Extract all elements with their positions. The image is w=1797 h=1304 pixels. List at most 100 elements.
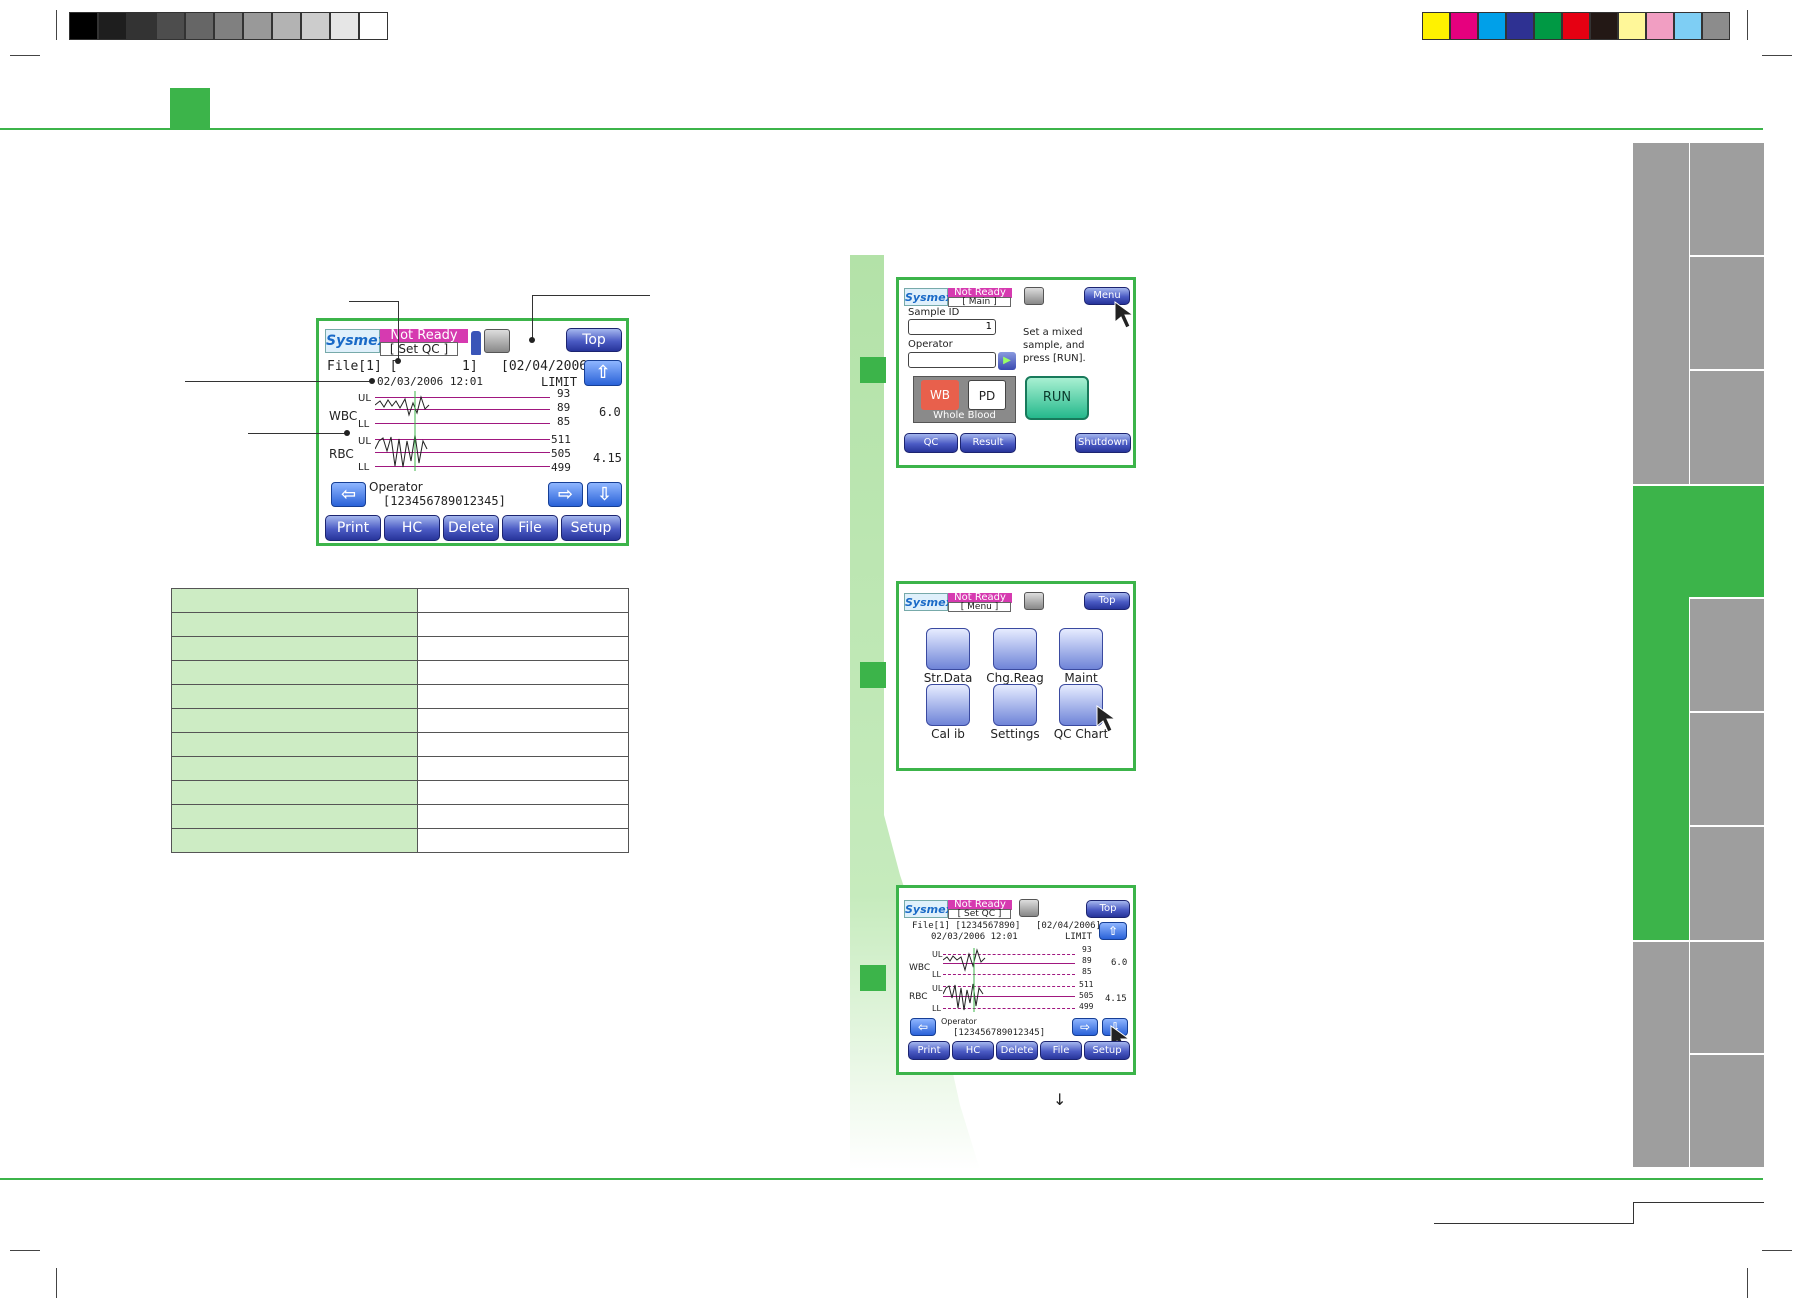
wbc-ul-label: UL (358, 393, 371, 404)
grayscale-swatch (243, 12, 272, 40)
file-button[interactable]: File (502, 515, 558, 541)
chapter-tab[interactable] (1633, 942, 1689, 1167)
settings-icon[interactable] (993, 684, 1037, 726)
measurement-datetime: 02/03/2006 12:01 (377, 375, 483, 388)
rbc-ul-label: UL (932, 984, 943, 993)
table-cell-description (417, 732, 629, 757)
rbc-ll-value: 499 (1079, 1002, 1094, 1011)
scroll-up-button[interactable]: ⇧ (584, 360, 622, 386)
chapter-tab[interactable] (1690, 257, 1764, 369)
sysmex-logo: Sysmex (904, 593, 953, 611)
file-button[interactable]: File (1040, 1041, 1082, 1060)
printer-icon[interactable] (1019, 899, 1039, 917)
change-reagent-icon[interactable] (993, 628, 1037, 670)
sample-id-field[interactable]: 1 (908, 319, 996, 335)
rbc-target-value: 505 (1079, 991, 1094, 1000)
print-button[interactable]: Print (908, 1041, 950, 1060)
chapter-tab[interactable] (1690, 1055, 1764, 1167)
screen-title: [ Menu ] (948, 602, 1011, 612)
rbc-ul-label: UL (358, 436, 371, 447)
table-cell-item (171, 660, 418, 685)
table-cell-item (171, 684, 418, 709)
chapter-tab[interactable] (1690, 942, 1764, 1053)
setup-button[interactable]: Setup (1084, 1041, 1130, 1060)
rbc-ll-value: 499 (551, 461, 571, 474)
instruction-text: Set a mixed sample, and press [RUN]. (1023, 327, 1086, 364)
crop-mark (1762, 55, 1792, 56)
calibration-icon[interactable] (926, 684, 970, 726)
table-cell-description (417, 660, 629, 685)
rbc-ll-label: LL (358, 462, 370, 473)
printer-icon[interactable] (484, 329, 510, 353)
chapter-tab-active[interactable] (1633, 486, 1764, 597)
table-row (171, 636, 629, 661)
grayscale-swatch (359, 12, 388, 40)
sysmex-logo: Sysmex (325, 329, 387, 353)
table-row (171, 588, 629, 613)
screen-title: [ Set QC ] (380, 342, 458, 356)
grayscale-swatch (69, 12, 98, 40)
scroll-right-button[interactable]: ⇨ (1072, 1018, 1098, 1036)
callout-line-date (532, 295, 533, 339)
wb-mode-button[interactable]: WB (921, 380, 959, 410)
mode-label: Whole Blood (933, 410, 996, 421)
color-swatch (1506, 12, 1534, 40)
rbc-ul-value: 511 (551, 433, 571, 446)
shutdown-button[interactable]: Shutdown (1075, 433, 1131, 453)
maintenance-icon[interactable] (1059, 628, 1103, 670)
delete-button[interactable]: Delete (996, 1041, 1038, 1060)
table-cell-item (171, 612, 418, 637)
operator-label: Operator (908, 339, 953, 350)
scroll-left-button[interactable]: ⇦ (910, 1018, 936, 1036)
run-button[interactable]: RUN (1025, 376, 1089, 420)
rbc-label: RBC (329, 447, 354, 461)
callout-dot (395, 358, 401, 364)
color-swatch (1702, 12, 1730, 40)
wbc-limit-value: 6.0 (1111, 958, 1128, 968)
hc-button[interactable]: HC (952, 1041, 994, 1060)
pd-mode-button[interactable]: PD (968, 380, 1006, 410)
delete-button[interactable]: Delete (443, 515, 499, 541)
color-swatch (1422, 12, 1450, 40)
table-cell-item (171, 708, 418, 733)
top-button[interactable]: Top (566, 328, 622, 352)
printer-icon[interactable] (1024, 592, 1044, 610)
chapter-tab[interactable] (1690, 143, 1764, 255)
setup-button[interactable]: Setup (561, 515, 621, 541)
scroll-left-button[interactable]: ⇦ (331, 482, 366, 507)
operator-field[interactable] (908, 352, 996, 368)
scroll-right-button[interactable]: ⇨ (548, 482, 583, 507)
top-button[interactable]: Top (1084, 592, 1130, 610)
wbc-limit-value: 6.0 (599, 405, 621, 419)
header-green-square (170, 88, 210, 128)
scroll-up-button[interactable]: ⇧ (1099, 922, 1127, 940)
color-swatch (1450, 12, 1478, 40)
wbc-ul-label: UL (932, 950, 943, 959)
color-swatch (1618, 12, 1646, 40)
table-cell-description (417, 636, 629, 661)
wbc-ul-value: 93 (557, 387, 571, 400)
qc-button[interactable]: QC (904, 433, 958, 453)
top-button[interactable]: Top (1086, 900, 1130, 918)
page-number-tab (1634, 1202, 1764, 1203)
operator-enter-button[interactable]: ▶ (998, 352, 1016, 370)
chapter-tab[interactable] (1690, 827, 1764, 940)
chapter-tab-active[interactable] (1633, 597, 1689, 940)
hc-button[interactable]: HC (384, 515, 440, 541)
set-qc-screen-small: Sysmex Not Ready [ Set QC ] Top File[1] … (896, 885, 1136, 1075)
chapter-tab[interactable] (1633, 143, 1689, 484)
wbc-target-value: 89 (557, 401, 571, 414)
chapter-tab[interactable] (1690, 371, 1764, 484)
print-button[interactable]: Print (325, 515, 381, 541)
wbc-target-value: 89 (1082, 956, 1092, 965)
chapter-tab[interactable] (1690, 713, 1764, 825)
measurement-datetime: 02/03/2006 12:01 (931, 932, 1018, 942)
stored-data-icon[interactable] (926, 628, 970, 670)
operator-label: Operator (369, 480, 423, 494)
qc-date: [02/04/2006] (1036, 921, 1102, 931)
scroll-down-button[interactable]: ⇩ (587, 482, 622, 507)
result-button[interactable]: Result (960, 433, 1016, 453)
crop-mark (1747, 10, 1748, 40)
chapter-tab[interactable] (1690, 599, 1764, 711)
printer-icon[interactable] (1024, 287, 1044, 305)
